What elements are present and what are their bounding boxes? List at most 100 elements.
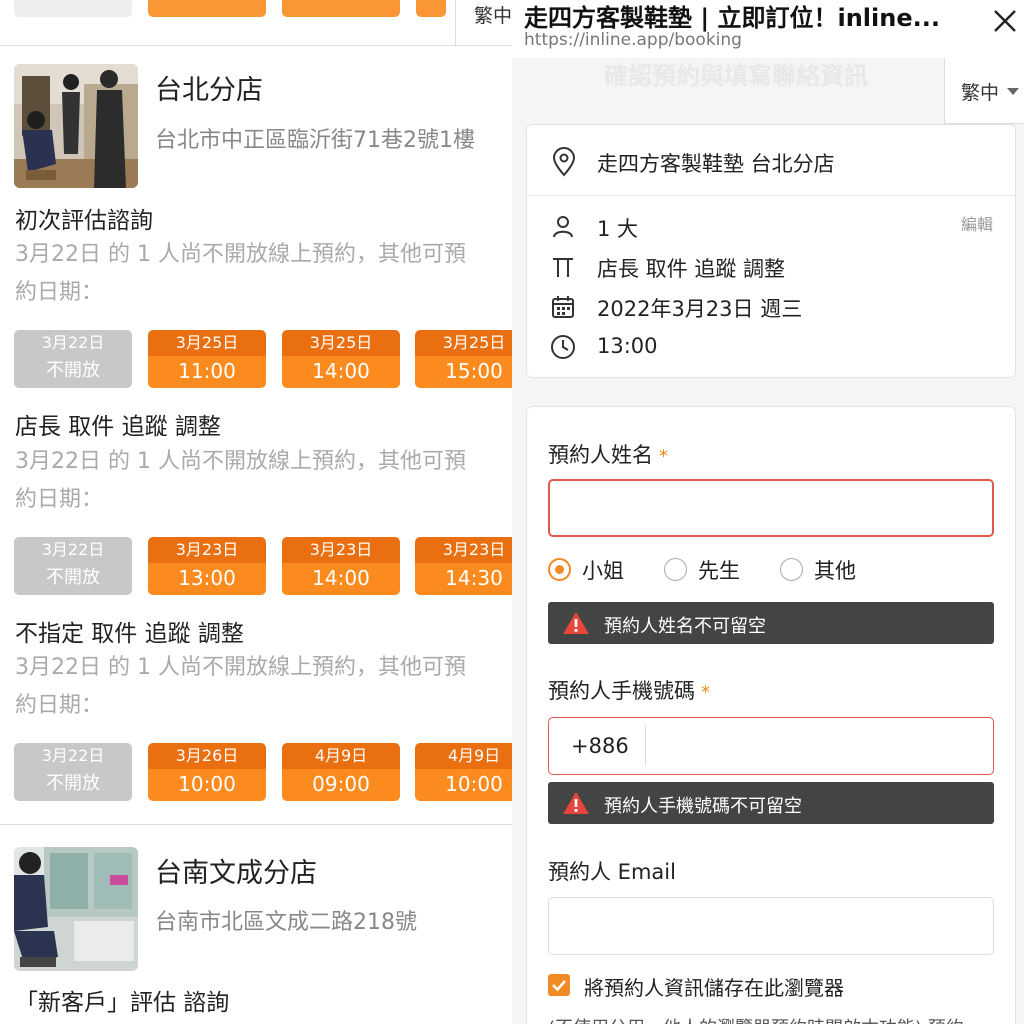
service-title: 初次評估諮詢 — [15, 208, 153, 234]
service-note: 約日期： — [15, 280, 104, 305]
store-address: 台南市北區文成二路218號 — [155, 910, 417, 935]
service-note: 約日期： — [15, 487, 104, 512]
service-title: 「新客戶」評估 諮詢 — [15, 990, 230, 1016]
close-icon[interactable] — [990, 6, 1020, 36]
service-note: 約日期： — [15, 693, 104, 718]
slot-button[interactable]: 3月23日 14:00 — [282, 537, 400, 595]
slot-time: 14:00 — [282, 356, 400, 388]
phone-input[interactable] — [659, 718, 989, 774]
name-input[interactable] — [548, 479, 994, 537]
service-icon — [553, 258, 573, 277]
slot-date: 3月23日 — [282, 537, 400, 563]
slot-date: 3月25日 — [148, 330, 266, 356]
slot-time: 14:00 — [282, 563, 400, 595]
slot-date: 3月23日 — [415, 537, 512, 563]
slot-time: 不開放 — [46, 567, 100, 588]
radio-label: 小姐 — [582, 559, 624, 583]
summary-service: 店長 取件 追蹤 調整 — [597, 257, 786, 281]
slot-button[interactable]: 3月25日 15:00 — [415, 330, 512, 388]
slot-button[interactable]: 4月9日 10:00 — [415, 743, 512, 801]
service-note: 3月22日 的 1 人尚不開放線上預約，其他可預 — [15, 449, 466, 474]
slot-button[interactable]: 3月23日 13:00 — [148, 537, 266, 595]
slot-date: 3月22日 — [41, 540, 105, 559]
name-label: 預約人姓名 * — [548, 439, 668, 469]
divider — [645, 726, 646, 766]
slot-time: 不開放 — [46, 360, 100, 381]
radio-label: 其他 — [814, 559, 856, 583]
store-photo — [14, 64, 138, 188]
slot-date: 3月25日 — [282, 330, 400, 356]
summary-party: 1 大 — [597, 217, 639, 241]
radio-label: 先生 — [698, 559, 740, 583]
language-label[interactable]: 繁中 — [474, 1, 512, 28]
slot-button[interactable]: 3月23日 14:30 — [415, 537, 512, 595]
checkmark-icon — [552, 980, 566, 992]
country-code[interactable]: +886 — [571, 734, 629, 758]
summary-time: 13:00 — [597, 334, 658, 358]
slot-date: 3月22日 — [41, 333, 105, 352]
page-heading: 確認預約與填寫聯絡資訊 — [604, 62, 868, 90]
slot-time: 11:00 — [148, 356, 266, 388]
store-address: 台北市中正區臨沂街71巷2號1樓 — [155, 128, 475, 153]
slot-date: 4月9日 — [415, 743, 512, 769]
language-selector[interactable]: 繁中 — [944, 58, 1024, 124]
service-title: 不指定 取件 追蹤 調整 — [15, 621, 244, 647]
service-title: 店長 取件 追蹤 調整 — [15, 414, 221, 440]
language-label: 繁中 — [961, 82, 1000, 104]
name-error-alert: 預約人姓名不可留空 — [548, 602, 994, 644]
store-name[interactable]: 台北分店 — [155, 68, 263, 107]
slot-date: 3月23日 — [148, 537, 266, 563]
phone-label-text: 預約人手機號碼 — [548, 679, 695, 703]
alert-text: 預約人姓名不可留空 — [604, 616, 766, 637]
slot-time: 不開放 — [46, 773, 100, 794]
slot-date: 4月9日 — [282, 743, 400, 769]
email-input[interactable] — [548, 897, 994, 955]
slot-button[interactable]: 3月25日 11:00 — [148, 330, 266, 388]
slot-closed: 3月22日 不開放 — [14, 743, 132, 801]
phone-error-alert: 預約人手機號碼不可留空 — [548, 782, 994, 824]
browser-header: 走四方客製鞋墊 | 立即訂位！inline... https://inline.… — [512, 0, 1024, 58]
calendar-icon — [552, 296, 574, 318]
previous-slot-strip: 繁中 — [0, 0, 512, 46]
radio-circle — [780, 558, 803, 581]
slot-chip-partial[interactable] — [148, 0, 266, 17]
name-label-text: 預約人姓名 — [548, 443, 653, 467]
booking-panel: 確認預約與填寫聯絡資訊 走四方客製鞋墊 | 立即訂位！inline... htt… — [512, 0, 1024, 1024]
slot-date: 3月25日 — [415, 330, 512, 356]
required-mark: * — [659, 446, 668, 467]
clock-icon — [551, 335, 575, 359]
radio-circle — [548, 558, 571, 581]
warning-icon — [563, 792, 589, 814]
summary-store: 走四方客製鞋墊 台北分店 — [597, 152, 835, 176]
slot-button[interactable]: 3月26日 10:00 — [148, 743, 266, 801]
slot-date: 3月22日 — [41, 746, 105, 765]
slot-chip-partial[interactable] — [14, 0, 132, 17]
slot-chip-partial[interactable] — [282, 0, 400, 17]
slot-button[interactable]: 4月9日 09:00 — [282, 743, 400, 801]
slot-button[interactable]: 3月25日 14:00 — [282, 330, 400, 388]
divider — [527, 195, 1015, 196]
store-list-panel: 繁中 台北分店 台北市中正區臨沂街71巷2號1樓 初次評估諮詢 3月22日 的 … — [0, 0, 512, 1024]
slot-time: 10:00 — [415, 769, 512, 801]
booking-summary-card: 走四方客製鞋墊 台北分店 1 大 編輯 店長 取件 追蹤 調整 2022年3月2… — [526, 124, 1016, 378]
warning-icon — [563, 612, 589, 634]
slot-closed: 3月22日 不開放 — [14, 330, 132, 388]
chevron-down-icon — [1007, 88, 1019, 95]
store-divider — [0, 824, 512, 825]
service-note: 3月22日 的 1 人尚不開放線上預約，其他可預 — [15, 242, 466, 267]
slot-date: 3月26日 — [148, 743, 266, 769]
edit-link[interactable]: 編輯 — [961, 211, 993, 235]
phone-field: +886 — [548, 717, 994, 775]
store-photo — [14, 847, 138, 971]
url-text: https://inline.app/booking — [524, 30, 742, 50]
phone-label: 預約人手機號碼 * — [548, 675, 710, 705]
slot-chip-partial[interactable] — [416, 0, 446, 17]
save-info-label[interactable]: 將預約人資訊儲存在此瀏覽器 — [584, 972, 844, 1001]
slot-time: 13:00 — [148, 563, 266, 595]
slot-time: 09:00 — [282, 769, 400, 801]
store-name[interactable]: 台南文成分店 — [155, 851, 317, 890]
service-note: 3月22日 的 1 人尚不開放線上預約，其他可預 — [15, 655, 466, 680]
save-info-checkbox[interactable] — [548, 974, 570, 996]
window-title: 走四方客製鞋墊 | 立即訂位！inline... — [524, 4, 940, 32]
radio-circle — [664, 558, 687, 581]
